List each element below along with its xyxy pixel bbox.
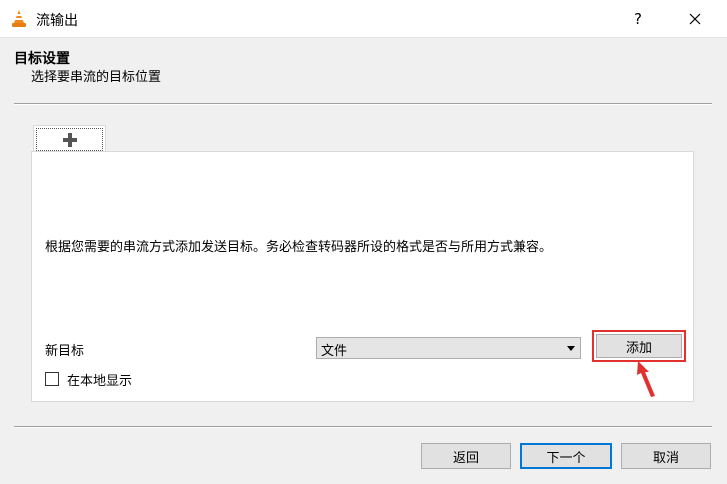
next-button[interactable]: 下一个 bbox=[520, 443, 612, 469]
tab-focus-ring bbox=[36, 128, 103, 151]
destination-description: 根据您需要的串流方式添加发送目标。务必检查转码器所设的格式是否与所用方式兼容。 bbox=[45, 240, 553, 255]
display-locally-label[interactable]: 在本地显示 bbox=[67, 370, 132, 389]
destination-select[interactable]: 文件 bbox=[316, 337, 581, 359]
destination-select-value: 文件 bbox=[321, 344, 348, 359]
footer-divider bbox=[14, 426, 712, 428]
header-divider bbox=[14, 103, 712, 105]
page-subtitle: 选择要串流的目标位置 bbox=[31, 70, 162, 85]
page-title: 目标设置 bbox=[14, 51, 70, 67]
add-button[interactable]: 添加 bbox=[596, 334, 682, 358]
tab-panel bbox=[31, 151, 694, 402]
display-locally-checkbox[interactable] bbox=[45, 372, 59, 386]
window-title: 流输出 bbox=[36, 13, 78, 29]
cancel-button[interactable]: 取消 bbox=[621, 443, 711, 469]
plus-icon bbox=[62, 132, 77, 147]
close-icon bbox=[689, 13, 701, 25]
chevron-down-icon bbox=[567, 346, 575, 351]
annotation-arrow-icon bbox=[637, 361, 655, 397]
tab-add-destination[interactable] bbox=[33, 125, 106, 152]
title-bar: 流输出 ? bbox=[0, 0, 727, 38]
help-button[interactable]: ? bbox=[618, 0, 658, 38]
close-button[interactable] bbox=[672, 0, 718, 38]
back-button[interactable]: 返回 bbox=[421, 443, 511, 469]
new-target-label: 新目标 bbox=[45, 344, 85, 359]
vlc-cone-icon bbox=[12, 10, 26, 27]
